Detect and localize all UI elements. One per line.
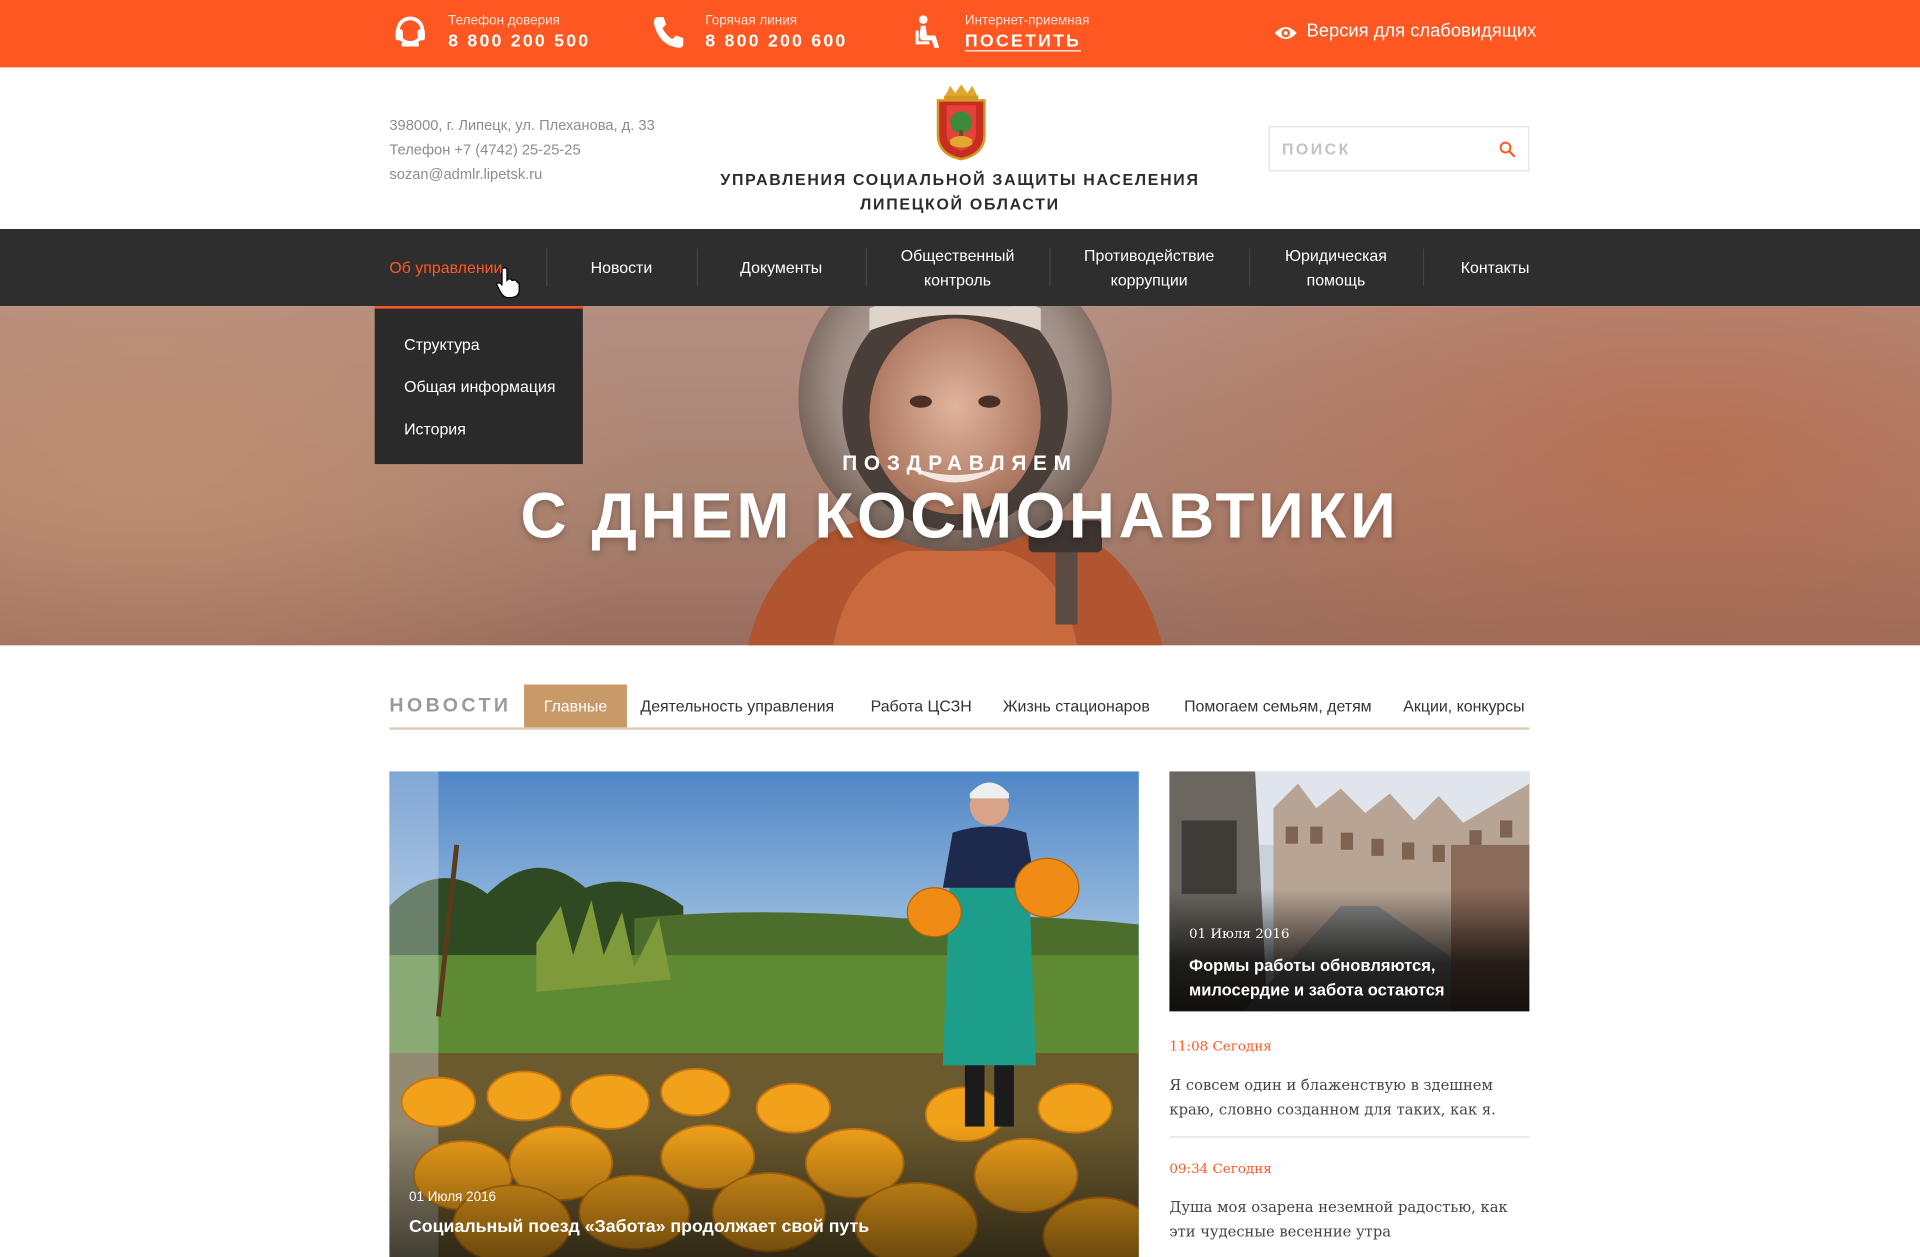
hero-title: С ДНЕМ КОСМОНАВТИКИ	[520, 481, 1400, 553]
visit-link[interactable]: ПОСЕТИТЬ	[965, 31, 1090, 53]
news-heading: НОВОСТИ	[389, 695, 512, 717]
nav-item-anti-corruption-line2: коррупции	[1110, 270, 1188, 289]
trust-phone-number[interactable]: 8 800 200 500	[448, 31, 590, 53]
coat-of-arms-icon[interactable]	[931, 83, 992, 161]
nav-item-about-label: Об управлении	[389, 257, 503, 277]
dropdown-item-general-info[interactable]: Общая информация	[404, 377, 555, 395]
featured-news-card[interactable]: 01 Июля 2016 Социальный поезд «Забота» п…	[389, 771, 1139, 1257]
tab-facility-life[interactable]: Жизнь стационаров	[1003, 684, 1150, 727]
news-list-item[interactable]: 09:34 Сегодня Душа моя озарена неземной …	[1169, 1161, 1529, 1244]
tab-family-help[interactable]: Помогаем семьям, детям	[1184, 684, 1372, 727]
nav-item-news-label: Новости	[590, 257, 653, 277]
nav-item-public-control-line1: Общественный	[900, 245, 1015, 264]
dropdown-item-history[interactable]: История	[404, 420, 466, 438]
hotline-number[interactable]: 8 800 200 600	[705, 31, 847, 53]
featured-news-title[interactable]: Социальный поезд «Забота» продолжает сво…	[409, 1217, 869, 1237]
phone-icon	[653, 17, 684, 48]
news-list-item-time: 09:34 Сегодня	[1169, 1160, 1272, 1177]
headset-icon	[395, 16, 425, 47]
news-list-item-text[interactable]: Душа моя озарена неземной радостью, как …	[1169, 1195, 1529, 1244]
main-nav: Об управлении Новости Документы Обществе…	[0, 228, 1920, 307]
nav-item-contacts-label: Контакты	[1460, 257, 1530, 277]
nav-item-news[interactable]: Новости	[546, 229, 697, 306]
search-input[interactable]	[1269, 127, 1491, 171]
contact-info: 398000, г. Липецк, ул. Плеханова, д. 33 …	[389, 113, 654, 186]
featured-news-overlay	[389, 1122, 1139, 1257]
news-tabs-bar: НОВОСТИ Главные Деятельность управления …	[389, 684, 1530, 730]
nav-item-public-control-line2: контроль	[924, 270, 992, 289]
news-list-item-text[interactable]: Я совсем один и блаженствую в здешнем кр…	[1169, 1073, 1529, 1122]
page: Телефон доверия 8 800 200 500 Горячая ли…	[0, 0, 1920, 1257]
tab-cszn-work[interactable]: Работа ЦСЗН	[871, 684, 972, 727]
about-dropdown-menu: Структура Общая информация История	[374, 306, 583, 465]
featured-news-date: 01 Июля 2016	[408, 1190, 497, 1205]
top-bar: Телефон доверия 8 800 200 500 Горячая ли…	[0, 0, 1920, 68]
side-news-title[interactable]: Формы работы обновляются, милосердие и з…	[1189, 954, 1513, 1003]
organization-title-line2: ЛИПЕЦКОЙ ОБЛАСТИ	[860, 194, 1060, 214]
email-link[interactable]: sozan@admlr.lipetsk.ru	[389, 162, 654, 186]
search-box	[1268, 126, 1530, 172]
nav-item-anti-corruption[interactable]: Противодействие коррупции	[1049, 229, 1249, 306]
organization-title: УПРАВЛЕНИЯ СОЦИАЛЬНОЙ ЗАЩИТЫ НАСЕЛЕНИЯ Л…	[715, 168, 1205, 217]
dropdown-item-structure[interactable]: Структура	[404, 336, 480, 354]
eye-icon	[1274, 26, 1297, 40]
nav-item-public-control[interactable]: Общественный контроль	[866, 229, 1050, 306]
hand-cursor-icon	[496, 267, 520, 299]
tab-main[interactable]: Главные	[524, 684, 627, 728]
person-seated-icon	[915, 15, 940, 48]
phone-text: Телефон +7 (4742) 25-25-25	[389, 140, 581, 158]
low-vision-label: Версия для слабовидящих	[1306, 20, 1537, 42]
hero-subtitle: ПОЗДРАВЛЯЕМ	[842, 451, 1078, 476]
tab-contests[interactable]: Акции, конкурсы	[1403, 684, 1524, 727]
address-text: 398000, г. Липецк, ул. Плеханова, д. 33	[389, 116, 655, 134]
search-icon[interactable]	[1499, 141, 1516, 158]
nav-item-anti-corruption-line1: Противодействие	[1084, 245, 1215, 264]
hotline-label: Горячая линия	[705, 13, 798, 29]
side-news-card[interactable]: 01 Июля 2016 Формы работы обновляются, м…	[1169, 771, 1530, 1012]
nav-item-about[interactable]: Об управлении	[389, 229, 546, 306]
nav-item-contacts[interactable]: Контакты	[1423, 229, 1567, 306]
organization-title-line1: УПРАВЛЕНИЯ СОЦИАЛЬНОЙ ЗАЩИТЫ НАСЕЛЕНИЯ	[720, 170, 1200, 189]
nav-item-documents-label: Документы	[740, 257, 823, 277]
news-list-item-time: 11:08 Сегодня	[1169, 1038, 1272, 1055]
trust-phone-label: Телефон доверия	[448, 13, 560, 29]
side-news-date: 01 Июля 2016	[1188, 925, 1290, 942]
nav-item-documents[interactable]: Документы	[697, 229, 866, 306]
tab-department-activity[interactable]: Деятельность управления	[640, 684, 834, 727]
reception-label: Интернет-приемная	[964, 13, 1090, 29]
nav-item-legal-aid-line1: Юридическая	[1284, 245, 1387, 264]
nav-item-legal-aid[interactable]: Юридическая помощь	[1249, 229, 1423, 306]
nav-item-legal-aid-line2: помощь	[1306, 270, 1366, 289]
news-list-item[interactable]: 11:08 Сегодня Я совсем один и блаженству…	[1169, 1038, 1529, 1121]
news-list-divider	[1169, 1136, 1530, 1138]
hero-banner[interactable]: ПОЗДРАВЛЯЕМ С ДНЕМ КОСМОНАВТИКИ	[0, 306, 1920, 646]
